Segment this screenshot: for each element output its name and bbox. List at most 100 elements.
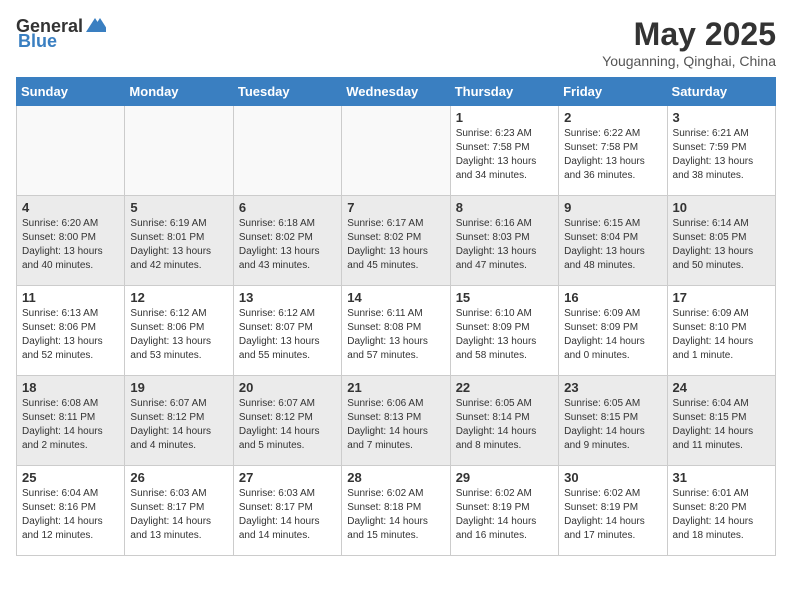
day-number: 25 — [22, 470, 119, 485]
calendar-cell: 20 Sunrise: 6:07 AMSunset: 8:12 PMDayligh… — [233, 376, 341, 466]
day-number: 9 — [564, 200, 661, 215]
calendar-week-2: 4 Sunrise: 6:20 AMSunset: 8:00 PMDaylight… — [17, 196, 776, 286]
day-number: 14 — [347, 290, 444, 305]
day-number: 10 — [673, 200, 770, 215]
calendar-cell: 13 Sunrise: 6:12 AMSunset: 8:07 PMDayligh… — [233, 286, 341, 376]
calendar-cell: 30 Sunrise: 6:02 AMSunset: 8:19 PMDayligh… — [559, 466, 667, 556]
day-info: Sunrise: 6:11 AMSunset: 8:08 PMDaylight:… — [347, 307, 444, 363]
day-number: 28 — [347, 470, 444, 485]
day-number: 3 — [673, 110, 770, 125]
logo-icon — [84, 14, 106, 36]
calendar-cell: 18 Sunrise: 6:08 AMSunset: 8:11 PMDayligh… — [17, 376, 125, 466]
day-info: Sunrise: 6:05 AMSunset: 8:14 PMDaylight:… — [456, 397, 553, 453]
day-info: Sunrise: 6:07 AMSunset: 8:12 PMDaylight:… — [239, 397, 336, 453]
day-info: Sunrise: 6:02 AMSunset: 8:19 PMDaylight:… — [564, 487, 661, 543]
day-number: 20 — [239, 380, 336, 395]
day-info: Sunrise: 6:22 AMSunset: 7:58 PMDaylight:… — [564, 127, 661, 183]
day-number: 7 — [347, 200, 444, 215]
calendar-week-4: 18 Sunrise: 6:08 AMSunset: 8:11 PMDayligh… — [17, 376, 776, 466]
day-number: 29 — [456, 470, 553, 485]
calendar-table: SundayMondayTuesdayWednesdayThursdayFrid… — [16, 77, 776, 556]
day-info: Sunrise: 6:04 AMSunset: 8:16 PMDaylight:… — [22, 487, 119, 543]
day-number: 4 — [22, 200, 119, 215]
day-number: 13 — [239, 290, 336, 305]
calendar-cell: 10 Sunrise: 6:14 AMSunset: 8:05 PMDayligh… — [667, 196, 775, 286]
day-info: Sunrise: 6:14 AMSunset: 8:05 PMDaylight:… — [673, 217, 770, 273]
weekday-header-monday: Monday — [125, 78, 233, 106]
day-number: 1 — [456, 110, 553, 125]
day-info: Sunrise: 6:16 AMSunset: 8:03 PMDaylight:… — [456, 217, 553, 273]
calendar-cell: 28 Sunrise: 6:02 AMSunset: 8:18 PMDayligh… — [342, 466, 450, 556]
calendar-header-row: SundayMondayTuesdayWednesdayThursdayFrid… — [17, 78, 776, 106]
day-number: 19 — [130, 380, 227, 395]
calendar-week-3: 11Sunrise: 6:13 AMSunset: 8:06 PMDayligh… — [17, 286, 776, 376]
logo: General Blue — [16, 16, 106, 52]
calendar-cell: 12 Sunrise: 6:12 AMSunset: 8:06 PMDayligh… — [125, 286, 233, 376]
day-info: Sunrise: 6:21 AMSunset: 7:59 PMDaylight:… — [673, 127, 770, 183]
day-number: 23 — [564, 380, 661, 395]
day-info: Sunrise: 6:12 AMSunset: 8:07 PMDaylight:… — [239, 307, 336, 363]
day-info: Sunrise: 6:19 AMSunset: 8:01 PMDaylight:… — [130, 217, 227, 273]
calendar-cell — [233, 106, 341, 196]
day-number: 17 — [673, 290, 770, 305]
weekday-header-friday: Friday — [559, 78, 667, 106]
day-info: Sunrise: 6:09 AMSunset: 8:09 PMDaylight:… — [564, 307, 661, 363]
day-number: 27 — [239, 470, 336, 485]
day-number: 16 — [564, 290, 661, 305]
day-number: 2 — [564, 110, 661, 125]
title-block: May 2025 Youganning, Qinghai, China — [602, 16, 776, 69]
location-subtitle: Youganning, Qinghai, China — [602, 53, 776, 69]
day-info: Sunrise: 6:15 AMSunset: 8:04 PMDaylight:… — [564, 217, 661, 273]
calendar-cell: 8 Sunrise: 6:16 AMSunset: 8:03 PMDaylight… — [450, 196, 558, 286]
day-number: 11 — [22, 290, 119, 305]
day-number: 8 — [456, 200, 553, 215]
logo-blue-text: Blue — [18, 31, 57, 52]
day-info: Sunrise: 6:06 AMSunset: 8:13 PMDaylight:… — [347, 397, 444, 453]
calendar-cell: 27Sunrise: 6:03 AMSunset: 8:17 PMDayligh… — [233, 466, 341, 556]
weekday-header-sunday: Sunday — [17, 78, 125, 106]
calendar-cell: 19 Sunrise: 6:07 AMSunset: 8:12 PMDayligh… — [125, 376, 233, 466]
day-info: Sunrise: 6:12 AMSunset: 8:06 PMDaylight:… — [130, 307, 227, 363]
calendar-cell — [17, 106, 125, 196]
day-number: 6 — [239, 200, 336, 215]
calendar-cell: 16 Sunrise: 6:09 AMSunset: 8:09 PMDayligh… — [559, 286, 667, 376]
calendar-cell: 4 Sunrise: 6:20 AMSunset: 8:00 PMDaylight… — [17, 196, 125, 286]
calendar-week-1: 1 Sunrise: 6:23 AMSunset: 7:58 PMDaylight… — [17, 106, 776, 196]
day-number: 12 — [130, 290, 227, 305]
calendar-cell: 1 Sunrise: 6:23 AMSunset: 7:58 PMDaylight… — [450, 106, 558, 196]
calendar-cell: 26Sunrise: 6:03 AMSunset: 8:17 PMDayligh… — [125, 466, 233, 556]
month-year-title: May 2025 — [602, 16, 776, 53]
day-info: Sunrise: 6:02 AMSunset: 8:19 PMDaylight:… — [456, 487, 553, 543]
day-number: 30 — [564, 470, 661, 485]
day-number: 15 — [456, 290, 553, 305]
weekday-header-saturday: Saturday — [667, 78, 775, 106]
day-number: 18 — [22, 380, 119, 395]
day-info: Sunrise: 6:01 AMSunset: 8:20 PMDaylight:… — [673, 487, 770, 543]
calendar-cell: 17Sunrise: 6:09 AMSunset: 8:10 PMDayligh… — [667, 286, 775, 376]
page-header: General Blue May 2025 Youganning, Qingha… — [16, 16, 776, 69]
day-info: Sunrise: 6:08 AMSunset: 8:11 PMDaylight:… — [22, 397, 119, 453]
day-info: Sunrise: 6:23 AMSunset: 7:58 PMDaylight:… — [456, 127, 553, 183]
day-info: Sunrise: 6:05 AMSunset: 8:15 PMDaylight:… — [564, 397, 661, 453]
calendar-cell: 22 Sunrise: 6:05 AMSunset: 8:14 PMDayligh… — [450, 376, 558, 466]
day-info: Sunrise: 6:10 AMSunset: 8:09 PMDaylight:… — [456, 307, 553, 363]
weekday-header-wednesday: Wednesday — [342, 78, 450, 106]
calendar-cell: 21Sunrise: 6:06 AMSunset: 8:13 PMDayligh… — [342, 376, 450, 466]
calendar-cell: 29 Sunrise: 6:02 AMSunset: 8:19 PMDayligh… — [450, 466, 558, 556]
day-number: 5 — [130, 200, 227, 215]
calendar-cell — [342, 106, 450, 196]
day-info: Sunrise: 6:04 AMSunset: 8:15 PMDaylight:… — [673, 397, 770, 453]
day-info: Sunrise: 6:07 AMSunset: 8:12 PMDaylight:… — [130, 397, 227, 453]
day-info: Sunrise: 6:02 AMSunset: 8:18 PMDaylight:… — [347, 487, 444, 543]
day-number: 31 — [673, 470, 770, 485]
calendar-cell: 31 Sunrise: 6:01 AMSunset: 8:20 PMDayligh… — [667, 466, 775, 556]
calendar-cell: 3 Sunrise: 6:21 AMSunset: 7:59 PMDaylight… — [667, 106, 775, 196]
day-info: Sunrise: 6:20 AMSunset: 8:00 PMDaylight:… — [22, 217, 119, 273]
calendar-cell: 11Sunrise: 6:13 AMSunset: 8:06 PMDayligh… — [17, 286, 125, 376]
calendar-cell: 14 Sunrise: 6:11 AMSunset: 8:08 PMDayligh… — [342, 286, 450, 376]
calendar-cell: 7Sunrise: 6:17 AMSunset: 8:02 PMDaylight… — [342, 196, 450, 286]
day-number: 22 — [456, 380, 553, 395]
calendar-cell: 5 Sunrise: 6:19 AMSunset: 8:01 PMDaylight… — [125, 196, 233, 286]
day-number: 24 — [673, 380, 770, 395]
day-info: Sunrise: 6:18 AMSunset: 8:02 PMDaylight:… — [239, 217, 336, 273]
